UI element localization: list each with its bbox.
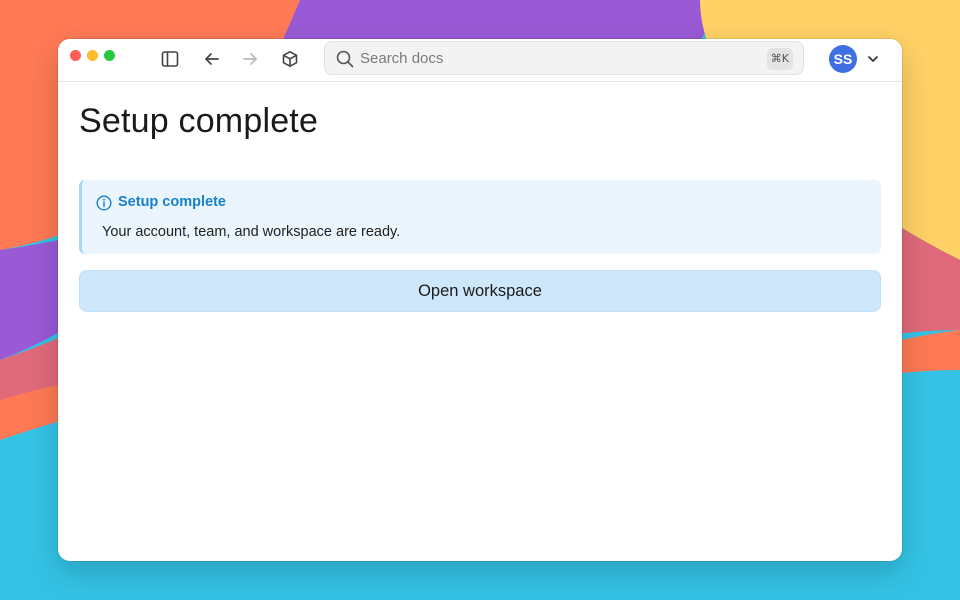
search-bar[interactable]: ⌘K xyxy=(324,41,804,75)
info-icon xyxy=(96,195,112,211)
extensions-button[interactable] xyxy=(278,47,302,71)
window-close-button[interactable] xyxy=(70,50,81,61)
page-title: Setup complete xyxy=(79,102,319,140)
sidebar-icon xyxy=(161,51,179,67)
cube-icon xyxy=(282,51,298,67)
window-titlebar: ⌘K SS xyxy=(58,39,902,82)
open-workspace-button[interactable]: Open workspace xyxy=(79,270,881,312)
avatar[interactable]: SS xyxy=(829,45,857,73)
browser-window: ⌘K SS Setup complete Setup complete Your… xyxy=(58,39,902,561)
alert-message: Your account, team, and workspace are re… xyxy=(102,224,401,240)
back-button[interactable] xyxy=(200,47,224,71)
window-zoom-button[interactable] xyxy=(104,50,115,61)
alert-title: Setup complete xyxy=(118,194,226,210)
success-alert: Setup complete Your account, team, and w… xyxy=(79,180,881,254)
search-input[interactable] xyxy=(360,48,760,68)
forward-button[interactable] xyxy=(238,47,262,71)
arrow-left-icon xyxy=(205,53,219,65)
chevron-down-icon[interactable] xyxy=(865,51,881,67)
sidebar-toggle-button[interactable] xyxy=(158,47,182,71)
page-content: Setup complete Setup complete Your accou… xyxy=(58,82,902,561)
window-minimize-button[interactable] xyxy=(87,50,98,61)
arrow-right-icon xyxy=(243,53,257,65)
search-icon xyxy=(336,50,354,68)
search-shortcut-badge: ⌘K xyxy=(766,48,793,70)
desktop: ⌘K SS Setup complete Setup complete Your… xyxy=(0,0,960,600)
